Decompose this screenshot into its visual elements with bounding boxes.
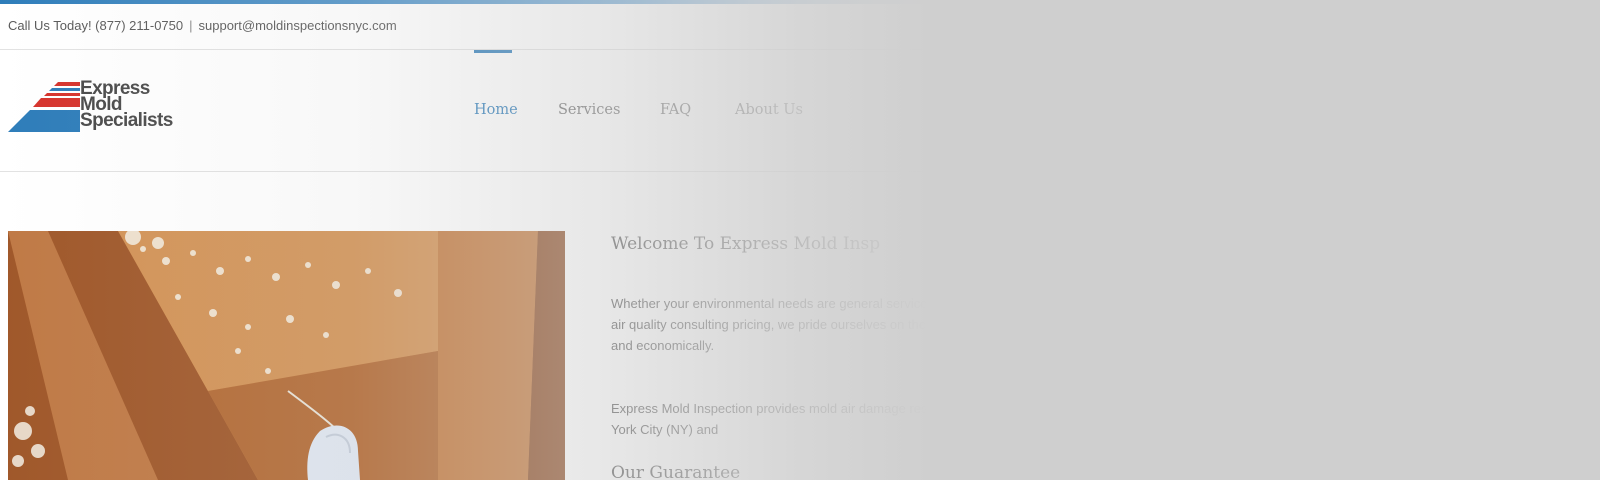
nav-about-us[interactable]: About Us xyxy=(735,102,803,118)
email-link[interactable]: support@moldinspectionsnyc.com xyxy=(199,18,397,33)
logo-mark-icon xyxy=(8,82,80,132)
welcome-paragraph-2: Express Mold Inspection provides mold ai… xyxy=(611,401,1015,437)
contact-info: Call Us Today! (877) 211-0750 | support@mo… xyxy=(8,18,397,33)
phone-text[interactable]: Call Us Today! (877) 211-0750 xyxy=(8,18,183,33)
top-contact-bar: Call Us Today! (877) 211-0750 | support@mo… xyxy=(0,4,1600,50)
welcome-paragraph-1: Whether your environmental needs are gen… xyxy=(611,296,1025,353)
logo-wordmark: Express Mold Specialists xyxy=(80,79,173,131)
hero-mold-photo xyxy=(8,231,565,480)
nav-services[interactable]: Services xyxy=(558,102,620,118)
site-header: Express Mold Specialists Home Services F… xyxy=(0,50,1600,172)
logo-line-specialists: Specialists xyxy=(80,110,173,131)
active-nav-indicator xyxy=(474,50,512,53)
nav-faq[interactable]: FAQ xyxy=(660,102,691,118)
nav-home[interactable]: Home xyxy=(474,102,518,118)
guarantee-heading: Our Guarantee xyxy=(611,463,741,483)
separator: | xyxy=(189,18,193,33)
site-logo[interactable]: Express Mold Specialists xyxy=(8,79,198,133)
mold-photo-illustration xyxy=(8,231,565,480)
welcome-heading: Welcome To Express Mold Insp xyxy=(611,234,881,254)
